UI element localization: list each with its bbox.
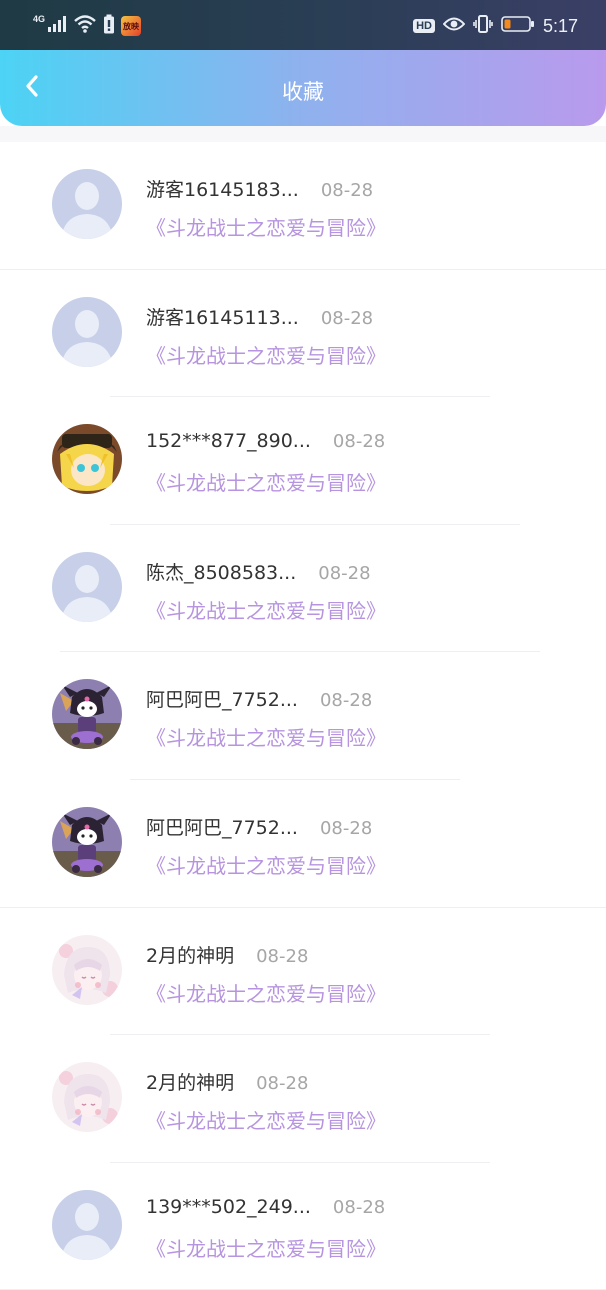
list-item[interactable]: 152***877_890... 08-28 《斗龙战士之恋爱与冒险》 (0, 397, 606, 525)
item-date: 08-28 (256, 1073, 309, 1095)
user-name: 游客16145183... (146, 179, 299, 201)
list-item[interactable]: 阿巴阿巴_7752... 08-28 《斗龙战士之恋爱与冒险》 (0, 780, 606, 908)
status-right: HD 5:17 (413, 12, 578, 40)
app-header: 收藏 (0, 50, 606, 126)
wifi-icon (73, 14, 97, 38)
list-item[interactable]: 139***502_249... 08-28 《斗龙战士之恋爱与冒险》 (0, 1163, 606, 1290)
signal-icon (47, 15, 67, 37)
list-item[interactable]: 游客16145183... 08-28 《斗龙战士之恋爱与冒险》 (0, 142, 606, 270)
app-notification-icon: 放映 (121, 16, 142, 36)
user-name: 2月的神明 (146, 944, 235, 967)
hd-icon: HD (413, 19, 435, 33)
work-title: 《斗龙战士之恋爱与冒险》 (146, 1236, 386, 1261)
user-name: 139***502_249... (146, 1195, 311, 1218)
work-title: 《斗龙战士之恋爱与冒险》 (146, 1109, 386, 1134)
avatar (52, 551, 122, 622)
item-header: 游客16145113... 08-28 (146, 303, 373, 330)
avatar (52, 934, 122, 1005)
list-item[interactable]: 游客16145113... 08-28 《斗龙战士之恋爱与冒险》 (0, 270, 606, 398)
list-item[interactable]: 陈杰_8508583... 08-28 《斗龙战士之恋爱与冒险》 (0, 525, 606, 653)
item-date: 08-28 (332, 431, 386, 453)
avatar (52, 1062, 122, 1133)
item-date: 08-28 (319, 817, 373, 839)
header-spacer (0, 126, 606, 142)
user-name: 阿巴阿巴_7752... (146, 689, 298, 712)
vibrate-icon (473, 14, 493, 38)
work-title: 《斗龙战士之恋爱与冒险》 (146, 216, 386, 240)
user-name: 152***877_890... (146, 430, 311, 453)
work-title: 《斗龙战士之恋爱与冒险》 (146, 598, 386, 623)
avatar (52, 806, 122, 877)
avatar (52, 1189, 122, 1260)
list-item[interactable]: 2月的神明 08-28 《斗龙战士之恋爱与冒险》 (0, 908, 606, 1036)
favorites-list: 游客16145183... 08-28 《斗龙战士之恋爱与冒险》 游客16145… (0, 142, 606, 1290)
battery-saver-icon (103, 14, 115, 38)
network-type: 4G (33, 14, 46, 24)
item-header: 陈杰_8508583... 08-28 (146, 558, 371, 585)
item-date: 08-28 (320, 180, 374, 201)
status-bar: 4G 放映 HD 5:17 (0, 0, 606, 50)
work-title: 《斗龙战士之恋爱与冒险》 (146, 853, 386, 878)
page-title: 收藏 (282, 80, 324, 104)
work-title: 《斗龙战士之恋爱与冒险》 (146, 726, 386, 751)
work-title: 《斗龙战士之恋爱与冒险》 (146, 471, 386, 496)
item-header: 阿巴阿巴_7752... 08-28 (146, 813, 372, 840)
status-left: 4G 放映 (33, 13, 142, 39)
avatar (52, 296, 122, 367)
user-name: 2月的神明 (146, 1072, 235, 1095)
user-name: 阿巴阿巴_7752... (146, 816, 298, 839)
item-date: 08-28 (319, 690, 373, 712)
avatar (52, 679, 122, 750)
list-item[interactable]: 2月的神明 08-28 《斗龙战士之恋爱与冒险》 (0, 1035, 606, 1163)
user-name: 陈杰_8508583... (146, 561, 297, 584)
item-date: 08-28 (320, 307, 374, 329)
item-header: 阿巴阿巴_7752... 08-28 (146, 685, 372, 712)
eye-comfort-icon (442, 16, 466, 36)
work-title: 《斗龙战士之恋爱与冒险》 (146, 981, 386, 1006)
avatar (52, 424, 122, 495)
item-date: 08-28 (332, 1196, 386, 1218)
item-date: 08-28 (256, 945, 309, 967)
list-item[interactable]: 阿巴阿巴_7752... 08-28 《斗龙战士之恋爱与冒险》 (0, 652, 606, 780)
item-header: 游客16145183... 08-28 (146, 175, 373, 202)
item-header: 2月的神明 08-28 (146, 1068, 308, 1095)
user-name: 游客16145113... (146, 306, 299, 329)
item-date: 08-28 (318, 562, 371, 584)
avatar (52, 169, 122, 239)
item-header: 152***877_890... 08-28 (146, 430, 385, 452)
clock: 5:17 (542, 15, 578, 36)
work-title: 《斗龙战士之恋爱与冒险》 (146, 343, 386, 368)
item-header: 2月的神明 08-28 (146, 941, 308, 968)
item-header: 139***502_249... 08-28 (146, 1196, 385, 1218)
battery-icon (501, 15, 535, 37)
